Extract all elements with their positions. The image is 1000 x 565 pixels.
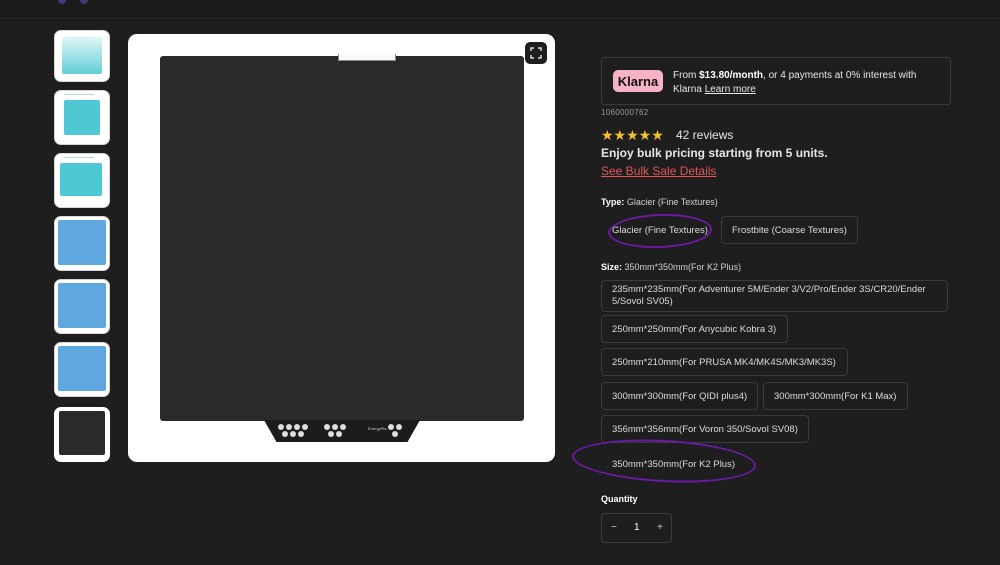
thumbnail-image bbox=[64, 100, 100, 135]
klarna-learn-more-link[interactable]: Learn more bbox=[705, 84, 756, 95]
plate-notch bbox=[338, 54, 396, 61]
klarna-logo: Klarna bbox=[613, 70, 663, 92]
main-product-image: EnergyPla bbox=[128, 34, 555, 462]
hole bbox=[302, 424, 308, 430]
hole bbox=[332, 424, 338, 430]
thumbnail-image bbox=[62, 37, 102, 74]
size-label: Size: 350mm*350mm(For K2 Plus) bbox=[601, 262, 741, 272]
klarna-amount: $13.80/month bbox=[699, 70, 764, 81]
quantity-plus-button[interactable]: + bbox=[657, 522, 663, 533]
type-selected-value: Glacier (Fine Textures) bbox=[626, 197, 718, 207]
type-option-glacier[interactable]: Glacier (Fine Textures) bbox=[601, 216, 713, 244]
hole bbox=[396, 424, 402, 430]
size-option-300-k1max[interactable]: 300mm*300mm(For K1 Max) bbox=[763, 382, 908, 410]
thumbnail-image bbox=[60, 163, 102, 196]
hole bbox=[392, 431, 398, 437]
nav-dot bbox=[58, 0, 66, 4]
thumbnail-5[interactable] bbox=[54, 279, 110, 334]
hole bbox=[286, 424, 292, 430]
thumbnail-2[interactable] bbox=[54, 90, 110, 145]
thumbnail-image bbox=[58, 346, 106, 391]
rating-stars-icon[interactable]: ★★★★★ bbox=[601, 127, 664, 144]
size-option-350-k2plus[interactable]: 350mm*350mm(For K2 Plus) bbox=[601, 450, 751, 478]
size-option-250x250[interactable]: 250mm*250mm(For Anycubic Kobra 3) bbox=[601, 315, 788, 343]
hole bbox=[282, 431, 288, 437]
quantity-label: Quantity bbox=[601, 494, 638, 504]
dimension-line bbox=[64, 94, 94, 98]
klarna-banner: Klarna From $13.80/month, or 4 payments … bbox=[601, 57, 951, 105]
thumbnail-image bbox=[58, 283, 106, 328]
bulk-sale-details-link[interactable]: See Bulk Sale Details bbox=[601, 164, 716, 178]
size-option-250x210[interactable]: 250mm*210mm(For PRUSA MK4/MK4S/MK3/MK3S) bbox=[601, 348, 848, 376]
size-selected-value: 350mm*350mm(For K2 Plus) bbox=[624, 262, 742, 272]
plate-tab: EnergyPla bbox=[264, 420, 420, 442]
hole bbox=[336, 431, 342, 437]
hole bbox=[290, 431, 296, 437]
size-option-356[interactable]: 356mm*356mm(For Voron 350/Sovol SV08) bbox=[601, 415, 809, 443]
klarna-text-prefix: From bbox=[673, 70, 700, 81]
top-bar bbox=[0, 0, 1000, 19]
type-option-frostbite[interactable]: Frostbite (Coarse Textures) bbox=[721, 216, 858, 244]
type-label-key: Type: bbox=[601, 197, 625, 207]
thumbnail-image bbox=[59, 411, 105, 455]
hole bbox=[340, 424, 346, 430]
size-label-key: Size: bbox=[601, 262, 623, 272]
quantity-value[interactable]: 1 bbox=[634, 522, 640, 533]
thumbnail-image bbox=[58, 220, 106, 265]
thumbnail-6[interactable] bbox=[54, 342, 110, 397]
hole bbox=[294, 424, 300, 430]
hole bbox=[388, 424, 394, 430]
hole bbox=[278, 424, 284, 430]
quantity-stepper: − 1 + bbox=[601, 513, 672, 543]
size-option-300-qidi[interactable]: 300mm*300mm(For QIDI plus4) bbox=[601, 382, 758, 410]
expand-icon-svg bbox=[530, 47, 542, 59]
product-sku: 1060000762 bbox=[601, 108, 649, 117]
quantity-minus-button[interactable]: − bbox=[611, 522, 617, 533]
type-label: Type: Glacier (Fine Textures) bbox=[601, 197, 718, 207]
reviews-link[interactable]: 42 reviews bbox=[676, 128, 733, 142]
size-option-235[interactable]: 235mm*235mm(For Adventurer 5M/Ender 3/V2… bbox=[601, 280, 948, 312]
expand-icon[interactable] bbox=[525, 42, 547, 64]
thumbnail-3[interactable] bbox=[54, 153, 110, 208]
hole bbox=[328, 431, 334, 437]
build-plate bbox=[160, 56, 524, 421]
dimension-line bbox=[64, 157, 94, 161]
nav-dot bbox=[80, 0, 88, 4]
bulk-pricing-text: Enjoy bulk pricing starting from 5 units… bbox=[601, 146, 828, 160]
thumbnail-7[interactable] bbox=[54, 407, 110, 462]
thumbnail-4[interactable] bbox=[54, 216, 110, 271]
klarna-text: From $13.80/month, or 4 payments at 0% i… bbox=[673, 69, 943, 97]
hole bbox=[298, 431, 304, 437]
hole bbox=[324, 424, 330, 430]
thumbnail-1[interactable] bbox=[54, 30, 110, 82]
plate-brand: EnergyPla bbox=[368, 426, 387, 431]
